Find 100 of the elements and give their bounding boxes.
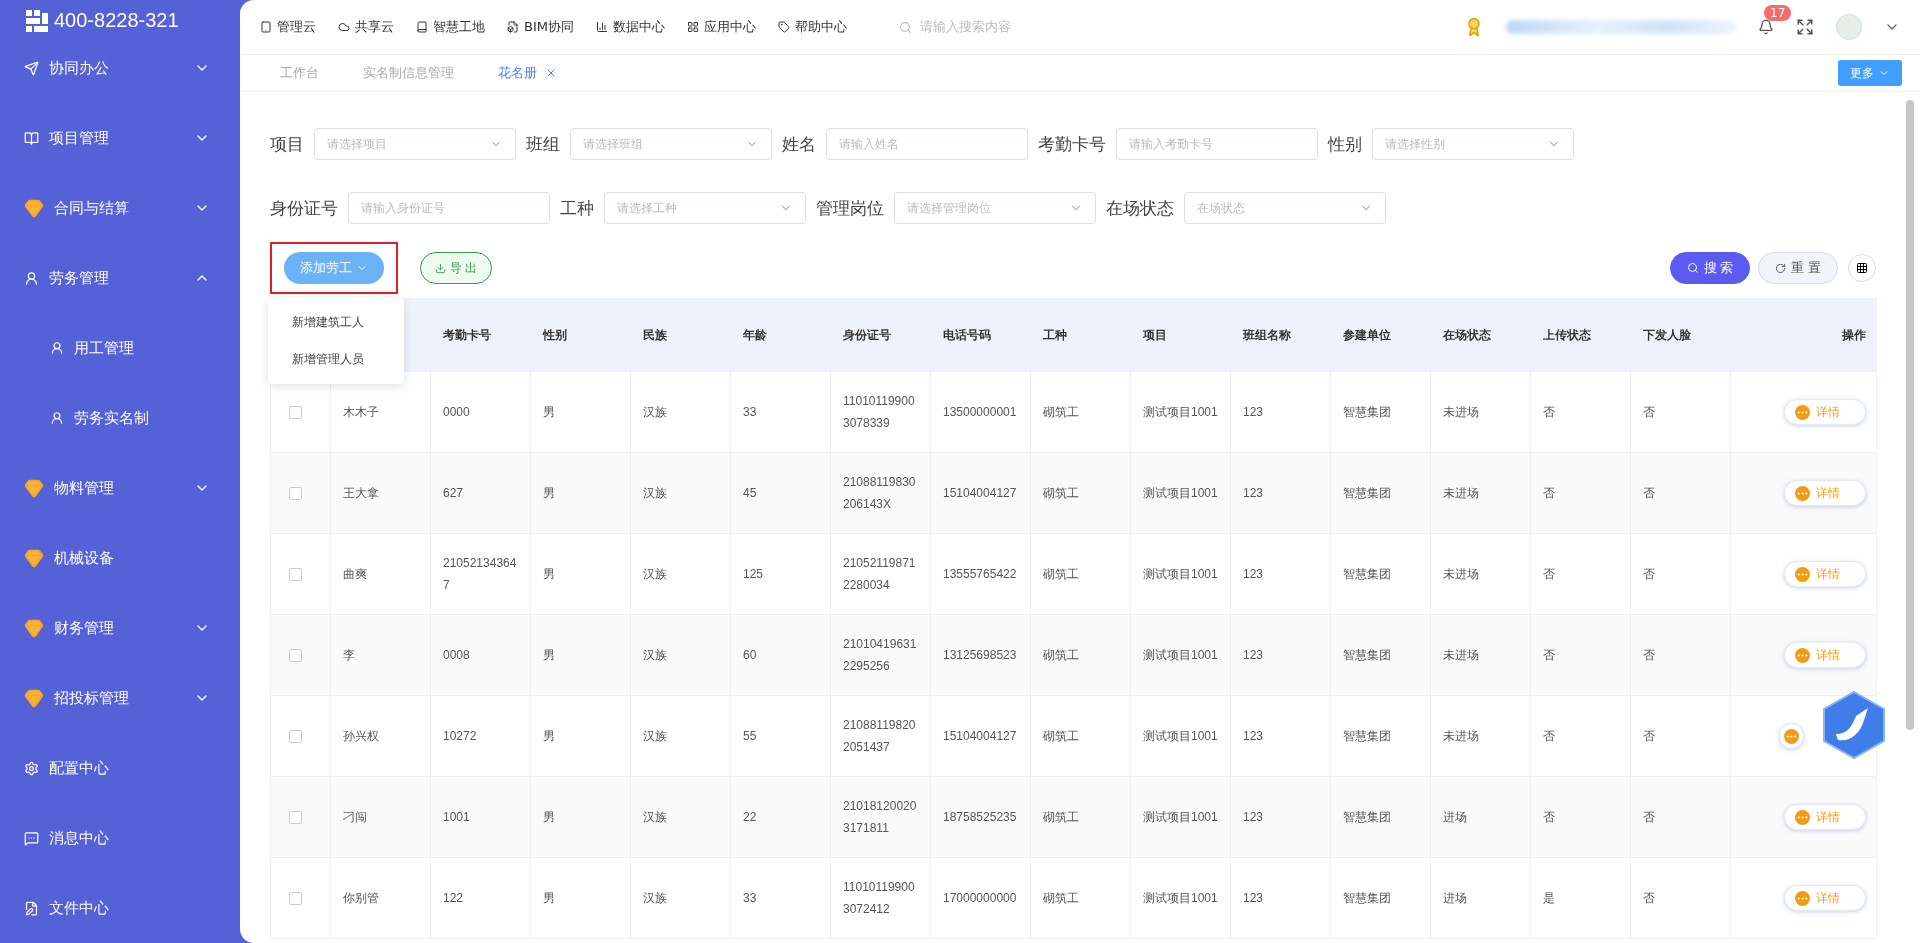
sidebar-item[interactable]: 消息中心 (0, 803, 240, 873)
file-icon (507, 21, 519, 33)
top-nav-link[interactable]: BIM协同 (507, 18, 574, 36)
menu-item[interactable]: 新增建筑工人 (268, 304, 404, 341)
table-cell-text: 123 (1243, 809, 1264, 826)
search-icon (898, 20, 912, 34)
top-nav-link[interactable]: 共享云 (338, 18, 394, 36)
top-nav-link[interactable]: 管理云 (260, 18, 316, 36)
table-cell-text: 15104004127 (943, 728, 1017, 745)
column-header: 项目 (1143, 326, 1167, 344)
menu-item[interactable]: 新增管理人员 (268, 341, 404, 378)
search-button[interactable]: 搜 索 (1669, 252, 1751, 284)
table-cell-text: 测试项目1001 (1143, 809, 1218, 826)
refresh-icon (1775, 262, 1787, 274)
more-icon (1795, 890, 1810, 906)
more-button[interactable]: 更多 (1838, 60, 1902, 86)
grid-icon (686, 21, 699, 33)
bell-icon[interactable] (1758, 19, 1774, 35)
table-cell-text: 智慧集团 (1343, 485, 1391, 502)
sidebar-item[interactable]: 财务管理 (0, 593, 240, 663)
row-checkbox[interactable] (289, 648, 302, 662)
row-checkbox[interactable] (289, 891, 302, 905)
table-cell-text: 否 (1543, 404, 1555, 421)
detail-button[interactable] (1779, 723, 1804, 749)
more-icon (1795, 566, 1810, 582)
table-cell-text: 210521198712280034 (843, 555, 917, 594)
table-cell-text: 测试项目1001 (1143, 485, 1218, 502)
table-cell-text: 15104004127 (943, 485, 1017, 502)
table-cell-text: 22 (743, 809, 757, 826)
sidebar-item[interactable]: 协同办公 (0, 33, 240, 103)
sidebar-item[interactable]: 配置中心 (0, 733, 240, 803)
column-header: 身份证号 (843, 326, 891, 344)
tag-icon (777, 21, 790, 33)
sidebar-item[interactable]: 劳务管理 (0, 243, 240, 313)
table-cell-text: 未进场 (1443, 647, 1479, 664)
row-checkbox[interactable] (289, 729, 302, 743)
top-nav-link[interactable]: 数据中心 (595, 18, 665, 36)
table-cell-text: 孙兴权 (343, 728, 379, 745)
top-nav-link[interactable]: 帮助中心 (777, 18, 847, 36)
table-cell-text: 13500000001 (943, 404, 1017, 421)
column-header: 工种 (1043, 326, 1067, 344)
avatar[interactable] (1836, 14, 1862, 40)
column-header: 在场状态 (1443, 326, 1491, 344)
table-cell-text: 60 (743, 647, 757, 664)
sidebar-item[interactable]: 机械设备 (0, 523, 240, 593)
sidebar-subitem[interactable]: 劳务实名制 (0, 383, 240, 453)
fullscreen-icon[interactable] (1796, 18, 1814, 36)
table-cell-text: 智慧集团 (1343, 728, 1391, 745)
table-cell-text: 砌筑工 (1043, 566, 1079, 583)
row-checkbox[interactable] (289, 810, 302, 824)
row-checkbox[interactable] (289, 486, 302, 500)
table-cell-text: 55 (743, 728, 757, 745)
sidebar-item[interactable]: 项目管理 (0, 103, 240, 173)
table-cell-text: 男 (543, 728, 555, 745)
export-button[interactable]: 导 出 (420, 252, 493, 284)
tab[interactable]: 花名册 (476, 64, 579, 82)
table-cell-text: 测试项目1001 (1143, 404, 1218, 421)
top-nav-link[interactable]: 智慧工地 (416, 18, 485, 36)
table-cell-text: 木木子 (343, 404, 379, 421)
column-header: 年龄 (743, 326, 767, 344)
table-cell-text: 砌筑工 (1043, 728, 1079, 745)
table-cell-text: 汉族 (643, 566, 667, 583)
tablet-icon (260, 21, 272, 33)
table-cell-text: 未进场 (1443, 728, 1479, 745)
column-header: 考勤卡号 (443, 326, 491, 344)
table-cell-text: 10272 (443, 728, 477, 745)
table-cell-text: 否 (1643, 485, 1655, 502)
table-cell-text: 男 (543, 890, 555, 907)
gem-icon (24, 688, 44, 708)
table-cell-text: 否 (1643, 647, 1655, 664)
sidebar-subitem[interactable]: 用工管理 (0, 313, 240, 383)
scrollbar[interactable] (1906, 100, 1914, 730)
table-cell-text: 智慧集团 (1343, 404, 1391, 421)
sidebar-item[interactable]: 物料管理 (0, 453, 240, 523)
row-checkbox[interactable] (289, 567, 302, 581)
table-cell-text: 测试项目1001 (1143, 890, 1218, 907)
cloud-icon (338, 21, 350, 33)
table-cell-text: 123 (1243, 404, 1264, 421)
row-checkbox[interactable] (289, 405, 302, 419)
table-cell-text: 男 (543, 404, 555, 421)
sidebar-item[interactable]: 文件中心 (0, 873, 240, 943)
table-cell-text: 汉族 (643, 809, 667, 826)
table-cell-text: 否 (1543, 809, 1555, 826)
top-nav-link[interactable]: 应用中心 (686, 18, 756, 36)
user-icon (24, 270, 39, 286)
column-header: 下发人脸 (1643, 326, 1691, 344)
sidebar-item[interactable]: 招投标管理 (0, 663, 240, 733)
table-cell-text: 测试项目1001 (1143, 728, 1218, 745)
table-cell-text: 否 (1543, 728, 1555, 745)
columns-button[interactable] (1848, 254, 1876, 282)
grid-icon (1856, 262, 1868, 274)
table-cell-text: 汉族 (643, 404, 667, 421)
table-cell-text: 125 (743, 566, 764, 583)
sidebar-item[interactable]: 合同与结算 (0, 173, 240, 243)
bird-icon[interactable] (1822, 690, 1886, 760)
close-icon[interactable] (545, 67, 557, 79)
table-cell-text: 123 (1243, 647, 1264, 664)
table-cell-text: 测试项目1001 (1143, 647, 1218, 664)
book-icon (24, 130, 39, 146)
reset-button[interactable]: 重 置 (1758, 252, 1838, 284)
